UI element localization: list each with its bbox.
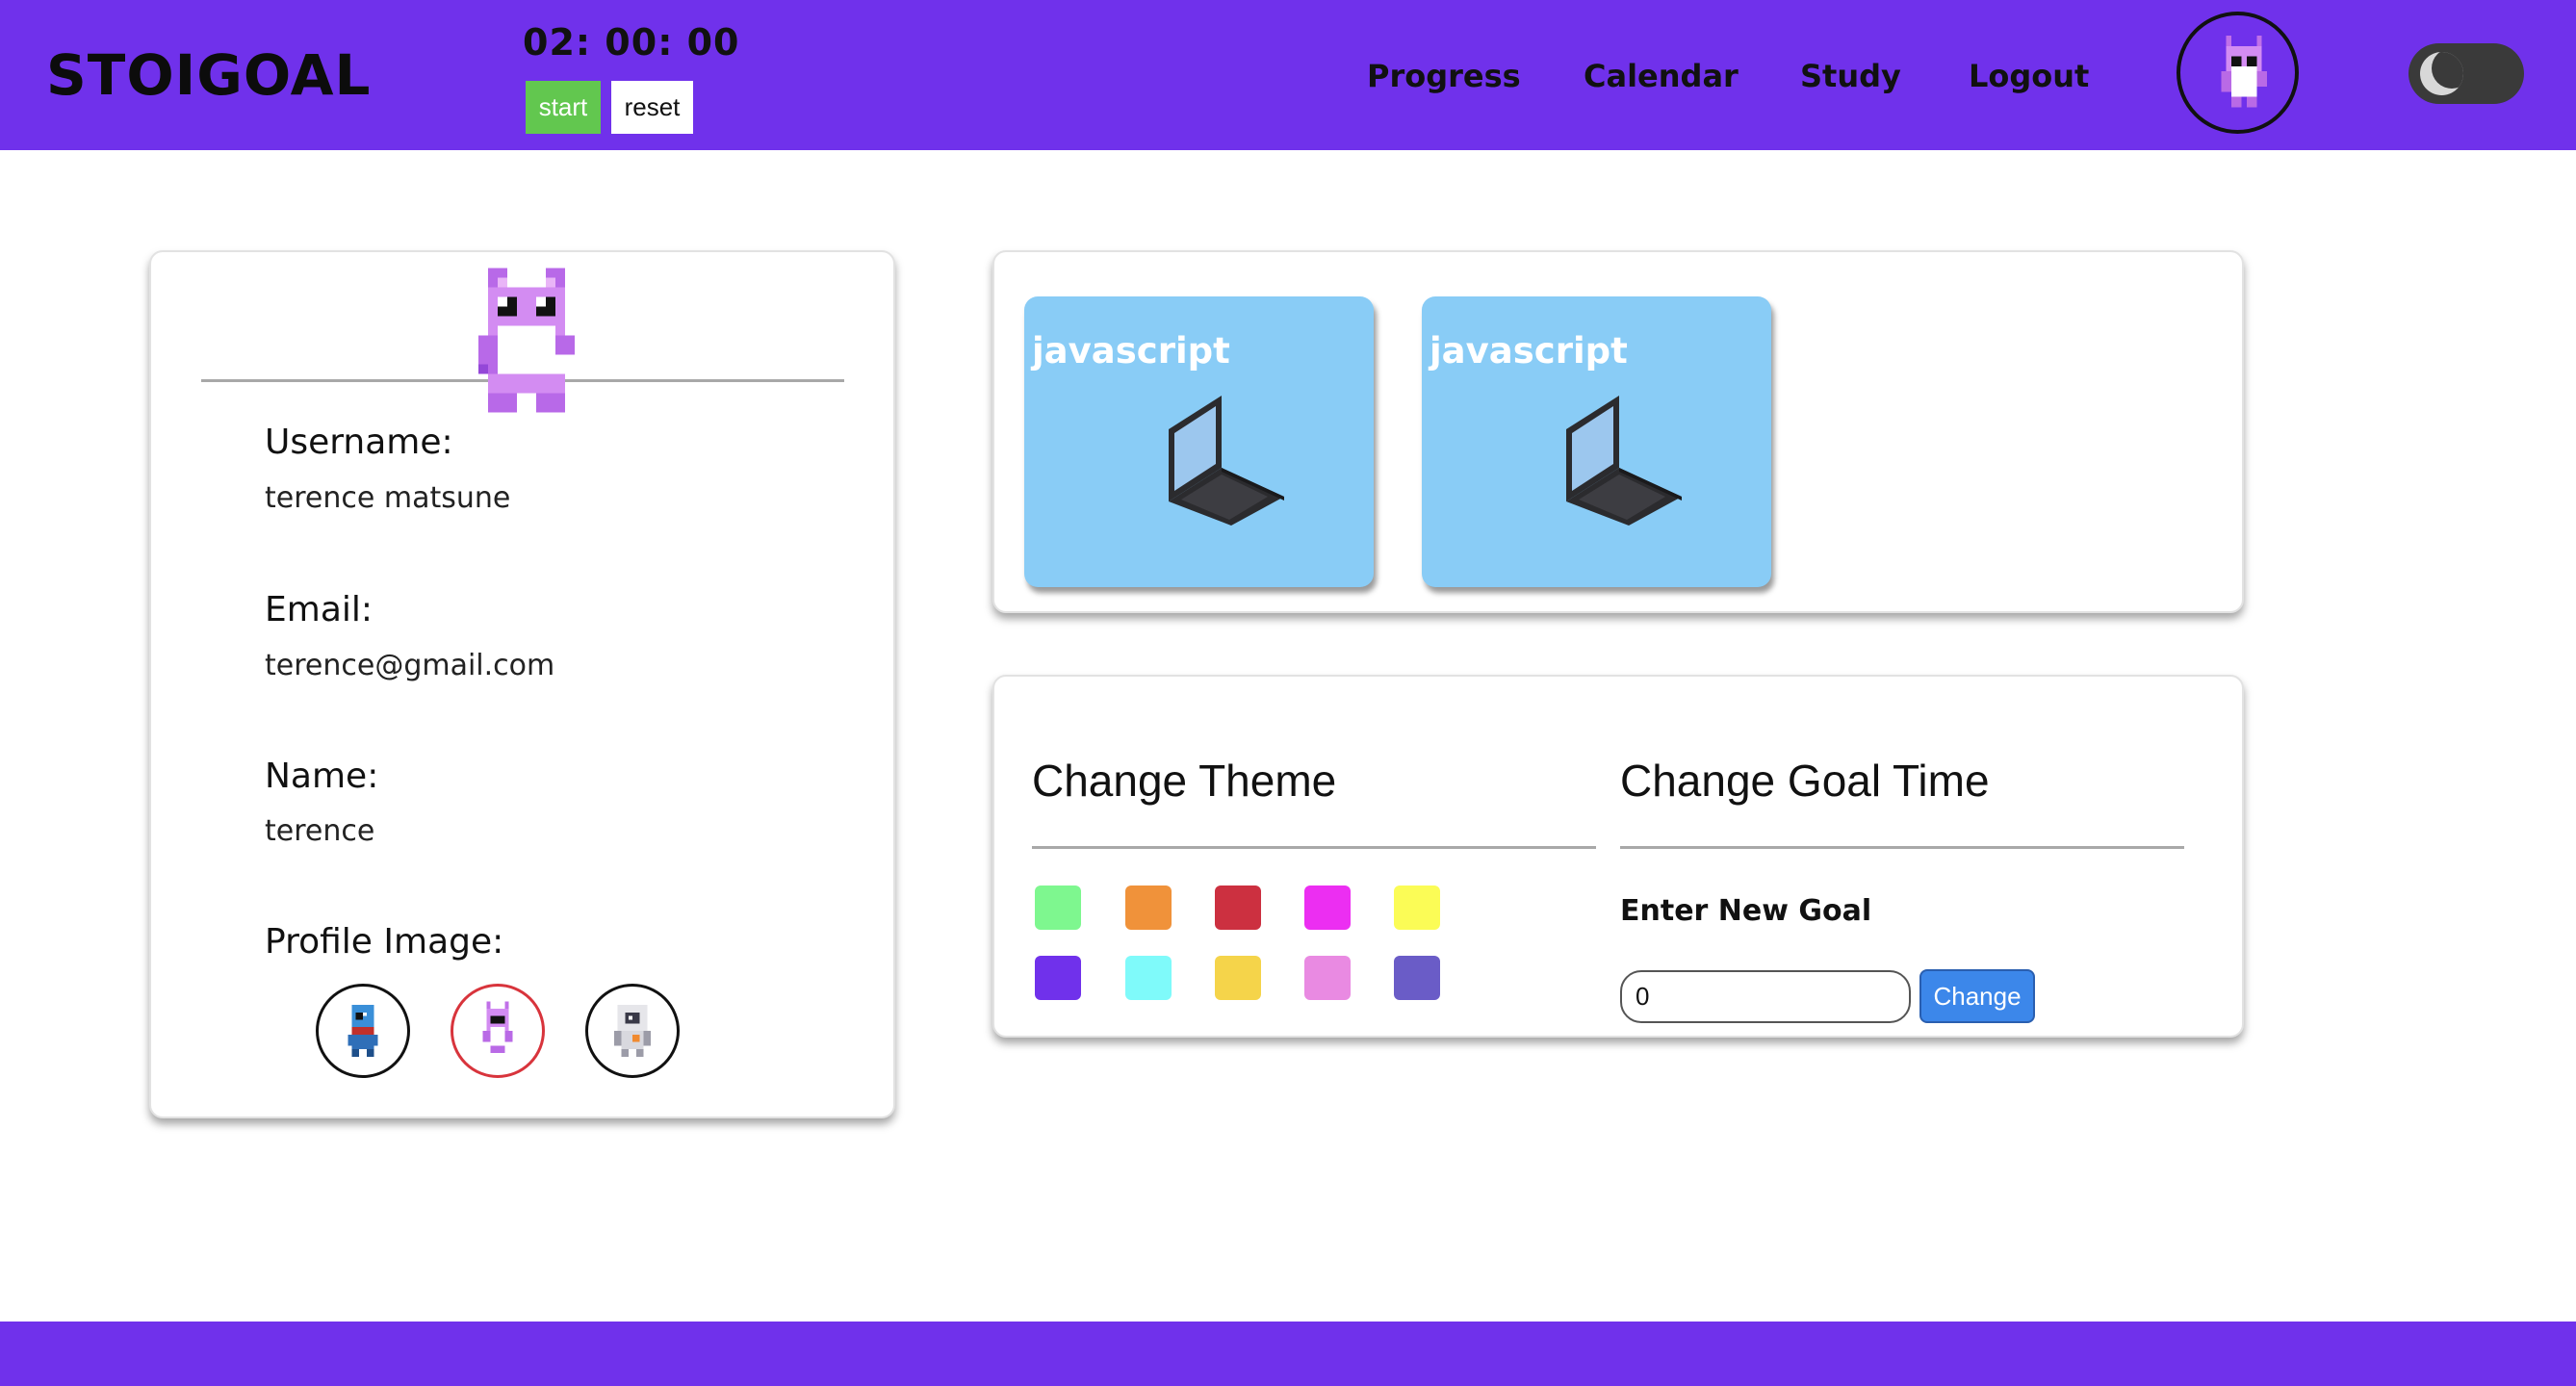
footer-bar bbox=[0, 1322, 2576, 1386]
nav-calendar-link[interactable]: Calendar bbox=[1584, 50, 1739, 102]
username-value: terence matsune bbox=[265, 481, 511, 515]
theme-swatch[interactable] bbox=[1215, 956, 1261, 1000]
goal-divider bbox=[1620, 846, 2184, 849]
project-tile[interactable]: javascript bbox=[1422, 296, 1771, 587]
laptop-icon bbox=[1169, 396, 1284, 526]
moon-icon bbox=[2420, 52, 2463, 95]
avatar-option-astronaut[interactable] bbox=[585, 984, 680, 1078]
profile-character-icon bbox=[478, 268, 575, 413]
top-navbar: STOIGOAL 02: 00: 00 start reset Progress… bbox=[0, 0, 2576, 150]
theme-swatch[interactable] bbox=[1394, 886, 1440, 930]
theme-swatch[interactable] bbox=[1304, 886, 1351, 930]
profile-image-label: Profile Image: bbox=[265, 922, 504, 962]
purple-cat-avatar-icon bbox=[482, 1001, 513, 1053]
project-title: javascript bbox=[1032, 330, 1230, 372]
theme-swatch[interactable] bbox=[1035, 956, 1081, 1000]
header-avatar[interactable] bbox=[2177, 12, 2299, 134]
theme-swatch[interactable] bbox=[1125, 886, 1172, 930]
nav-study-link[interactable]: Study bbox=[1800, 50, 1901, 102]
laptop-icon bbox=[1566, 396, 1682, 526]
app-logo[interactable]: STOIGOAL bbox=[46, 38, 371, 112]
enter-new-goal-label: Enter New Goal bbox=[1620, 894, 1872, 928]
timer-start-button[interactable]: start bbox=[526, 81, 601, 134]
project-title: javascript bbox=[1430, 330, 1628, 372]
project-tile[interactable]: javascript bbox=[1024, 296, 1374, 587]
avatar-option-blue-robot[interactable] bbox=[316, 984, 410, 1078]
username-label: Username: bbox=[265, 423, 453, 462]
blue-robot-avatar-icon bbox=[348, 1005, 378, 1057]
profile-card: Username: terence matsune Email: terence… bbox=[149, 250, 895, 1118]
email-label: Email: bbox=[265, 590, 374, 629]
theme-swatch[interactable] bbox=[1125, 956, 1172, 1000]
goal-time-input[interactable] bbox=[1620, 970, 1911, 1023]
purple-cat-avatar-icon bbox=[2221, 36, 2267, 108]
theme-swatch[interactable] bbox=[1035, 886, 1081, 930]
astronaut-avatar-icon bbox=[613, 1005, 652, 1057]
avatar-option-purple-cat[interactable] bbox=[451, 984, 545, 1078]
theme-divider bbox=[1032, 846, 1596, 849]
change-goal-button[interactable]: Change bbox=[1919, 969, 2035, 1023]
theme-swatch[interactable] bbox=[1394, 956, 1440, 1000]
name-label: Name: bbox=[265, 757, 379, 796]
name-value: terence bbox=[265, 814, 375, 848]
change-theme-title: Change Theme bbox=[1032, 756, 1337, 806]
change-goal-time-title: Change Goal Time bbox=[1620, 756, 1990, 806]
study-timer-display: 02: 00: 00 bbox=[523, 21, 740, 64]
dark-mode-toggle[interactable] bbox=[2409, 43, 2524, 104]
email-value: terence@gmail.com bbox=[265, 649, 555, 682]
nav-progress-link[interactable]: Progress bbox=[1367, 50, 1521, 102]
theme-swatch[interactable] bbox=[1215, 886, 1261, 930]
nav-logout-link[interactable]: Logout bbox=[1969, 50, 2089, 102]
theme-swatch[interactable] bbox=[1304, 956, 1351, 1000]
projects-card: javascript javascript bbox=[992, 250, 2244, 613]
timer-reset-button[interactable]: reset bbox=[611, 81, 693, 134]
settings-card: Change Theme Change Goal Time Enter New … bbox=[992, 675, 2244, 1038]
